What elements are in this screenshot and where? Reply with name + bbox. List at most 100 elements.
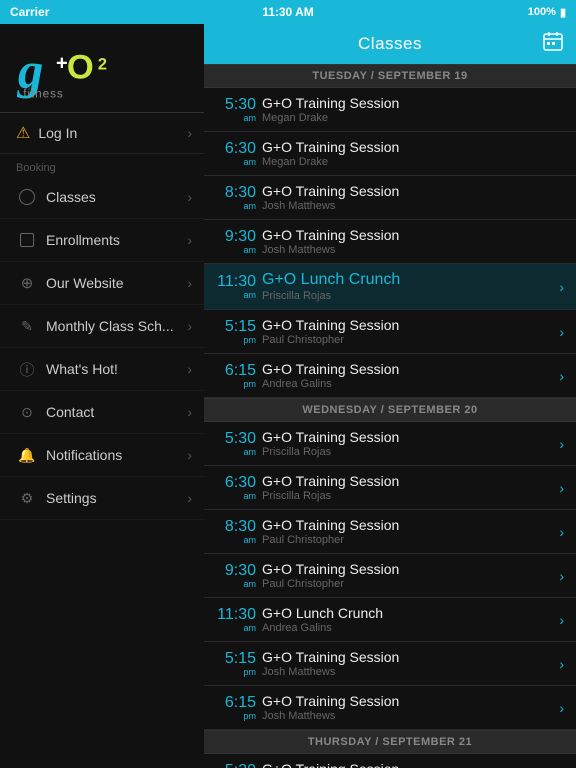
class-item[interactable]: 5:15pmG+O Training SessionJosh Matthews› <box>204 642 576 686</box>
class-chevron-icon: › <box>559 324 564 340</box>
chevron-enrollments: › <box>187 232 192 248</box>
class-item[interactable]: 11:30amG+O Lunch CrunchPriscilla Rojas› <box>204 264 576 310</box>
sidebar-item-enrollments[interactable]: Enrollments › <box>0 219 204 262</box>
sidebar-item-settings[interactable]: ⚙ Settings › <box>0 477 204 520</box>
class-item[interactable]: 6:15pmG+O Training SessionJosh Matthews› <box>204 686 576 730</box>
class-instructor: Megan Drake <box>262 112 560 124</box>
class-time: 9:30am <box>212 228 256 256</box>
sidebar-label-our-website: Our Website <box>46 275 187 291</box>
class-name: G+O Training Session <box>262 183 560 199</box>
class-name: G+O Training Session <box>262 473 555 489</box>
class-instructor: Josh Matthews <box>262 200 560 212</box>
class-name: G+O Training Session <box>262 693 555 709</box>
main-header: Classes <box>204 24 576 64</box>
day-header-2: THURSDAY / SEPTEMBER 21 <box>204 730 576 754</box>
class-info: G+O Training SessionJosh Matthews <box>262 649 555 678</box>
classes-list[interactable]: TUESDAY / SEPTEMBER 195:30amG+O Training… <box>204 64 576 768</box>
class-name: G+O Training Session <box>262 317 555 333</box>
class-chevron-icon: › <box>559 368 564 384</box>
class-chevron-icon: › <box>559 568 564 584</box>
class-time: 6:15pm <box>212 362 256 390</box>
class-item[interactable]: 6:15pmG+O Training SessionAndrea Galins› <box>204 354 576 398</box>
login-label: Log In <box>38 125 187 141</box>
class-time: 5:15pm <box>212 318 256 346</box>
sidebar-label-whats-hot: What's Hot! <box>46 361 187 377</box>
svg-text:O: O <box>67 49 94 87</box>
chevron-contact: › <box>187 404 192 420</box>
class-name: G+O Training Session <box>262 227 560 243</box>
sidebar-label-monthly: Monthly Class Sch... <box>46 318 187 334</box>
class-item[interactable]: 5:15pmG+O Training SessionPaul Christoph… <box>204 310 576 354</box>
circle-icon <box>16 186 38 208</box>
class-name: G+O Training Session <box>262 561 555 577</box>
class-instructor: Priscilla Rojas <box>262 290 555 302</box>
battery-label: 100% <box>528 6 556 18</box>
svg-text:+: + <box>56 53 68 75</box>
class-instructor: Paul Christopher <box>262 334 555 346</box>
edit-icon: ✎ <box>16 315 38 337</box>
class-item[interactable]: 11:30amG+O Lunch CrunchAndrea Galins› <box>204 598 576 642</box>
class-instructor: Paul Christopher <box>262 578 555 590</box>
class-chevron-icon: › <box>559 656 564 672</box>
sidebar-item-notifications[interactable]: 🔔 Notifications › <box>0 434 204 477</box>
carrier-label: Carrier <box>10 5 49 19</box>
chevron-classes: › <box>187 189 192 205</box>
class-info: G+O Training SessionJosh Matthews <box>262 227 560 256</box>
class-item[interactable]: 6:30amG+O Training SessionPriscilla Roja… <box>204 466 576 510</box>
logo-area: g + O 2 fitness <box>0 24 204 112</box>
sidebar-item-classes[interactable]: Classes › <box>0 176 204 219</box>
sidebar-label-settings: Settings <box>46 490 187 506</box>
class-name: G+O Training Session <box>262 95 560 111</box>
class-item[interactable]: 9:30amG+O Training SessionPaul Christoph… <box>204 554 576 598</box>
class-name: G+O Lunch Crunch <box>262 605 555 621</box>
sidebar: g + O 2 fitness ⚠ Log In › Booking Class… <box>0 24 204 768</box>
class-info: G+O Lunch CrunchAndrea Galins <box>262 605 555 634</box>
class-instructor: Andrea Galins <box>262 378 555 390</box>
class-item[interactable]: 5:30amG+O Training SessionAndrea Galins› <box>204 754 576 768</box>
class-name: G+O Lunch Crunch <box>262 271 555 289</box>
status-bar: Carrier 11:30 AM 100% ▮ <box>0 0 576 24</box>
class-info: G+O Training SessionPaul Christopher <box>262 317 555 346</box>
class-name: G+O Training Session <box>262 361 555 377</box>
class-item[interactable]: 8:30amG+O Training SessionJosh Matthews <box>204 176 576 220</box>
sidebar-label-contact: Contact <box>46 404 187 420</box>
status-bar-right: 100% ▮ <box>528 6 566 19</box>
class-chevron-icon: › <box>559 700 564 716</box>
sidebar-item-monthly[interactable]: ✎ Monthly Class Sch... › <box>0 305 204 348</box>
chevron-our-website: › <box>187 275 192 291</box>
class-instructor: Priscilla Rojas <box>262 446 555 458</box>
app-body: g + O 2 fitness ⚠ Log In › Booking Class… <box>0 24 576 768</box>
sidebar-login[interactable]: ⚠ Log In › <box>0 113 204 154</box>
class-name: G+O Training Session <box>262 139 560 155</box>
sidebar-item-our-website[interactable]: ⊕ Our Website › <box>0 262 204 305</box>
class-info: G+O Training SessionAndrea Galins <box>262 361 555 390</box>
sidebar-label-notifications: Notifications <box>46 447 187 463</box>
class-time: 8:30am <box>212 184 256 212</box>
class-item[interactable]: 5:30amG+O Training SessionMegan Drake <box>204 88 576 132</box>
day-header-1: WEDNESDAY / SEPTEMBER 20 <box>204 398 576 422</box>
class-instructor: Josh Matthews <box>262 244 560 256</box>
class-info: G+O Lunch CrunchPriscilla Rojas <box>262 271 555 302</box>
class-time: 5:30am <box>212 762 256 768</box>
sidebar-label-enrollments: Enrollments <box>46 232 187 248</box>
class-time: 11:30am <box>212 273 256 301</box>
class-item[interactable]: 8:30amG+O Training SessionPaul Christoph… <box>204 510 576 554</box>
class-info: G+O Training SessionJosh Matthews <box>262 693 555 722</box>
info-icon: ⓘ <box>16 358 38 380</box>
sidebar-item-contact[interactable]: ⊙ Contact › <box>0 391 204 434</box>
app-logo: g + O 2 fitness <box>16 40 116 100</box>
globe-icon: ⊕ <box>16 272 38 294</box>
class-time: 5:30am <box>212 430 256 458</box>
class-time: 6:30am <box>212 474 256 502</box>
chevron-settings: › <box>187 490 192 506</box>
class-info: G+O Training SessionPaul Christopher <box>262 561 555 590</box>
class-info: G+O Training SessionJosh Matthews <box>262 183 560 212</box>
calendar-icon[interactable] <box>542 30 564 58</box>
main-header-title: Classes <box>358 34 422 54</box>
class-item[interactable]: 6:30amG+O Training SessionMegan Drake <box>204 132 576 176</box>
sidebar-item-whats-hot[interactable]: ⓘ What's Hot! › <box>0 348 204 391</box>
class-time: 9:30am <box>212 562 256 590</box>
class-chevron-icon: › <box>559 436 564 452</box>
class-item[interactable]: 9:30amG+O Training SessionJosh Matthews <box>204 220 576 264</box>
class-item[interactable]: 5:30amG+O Training SessionPriscilla Roja… <box>204 422 576 466</box>
